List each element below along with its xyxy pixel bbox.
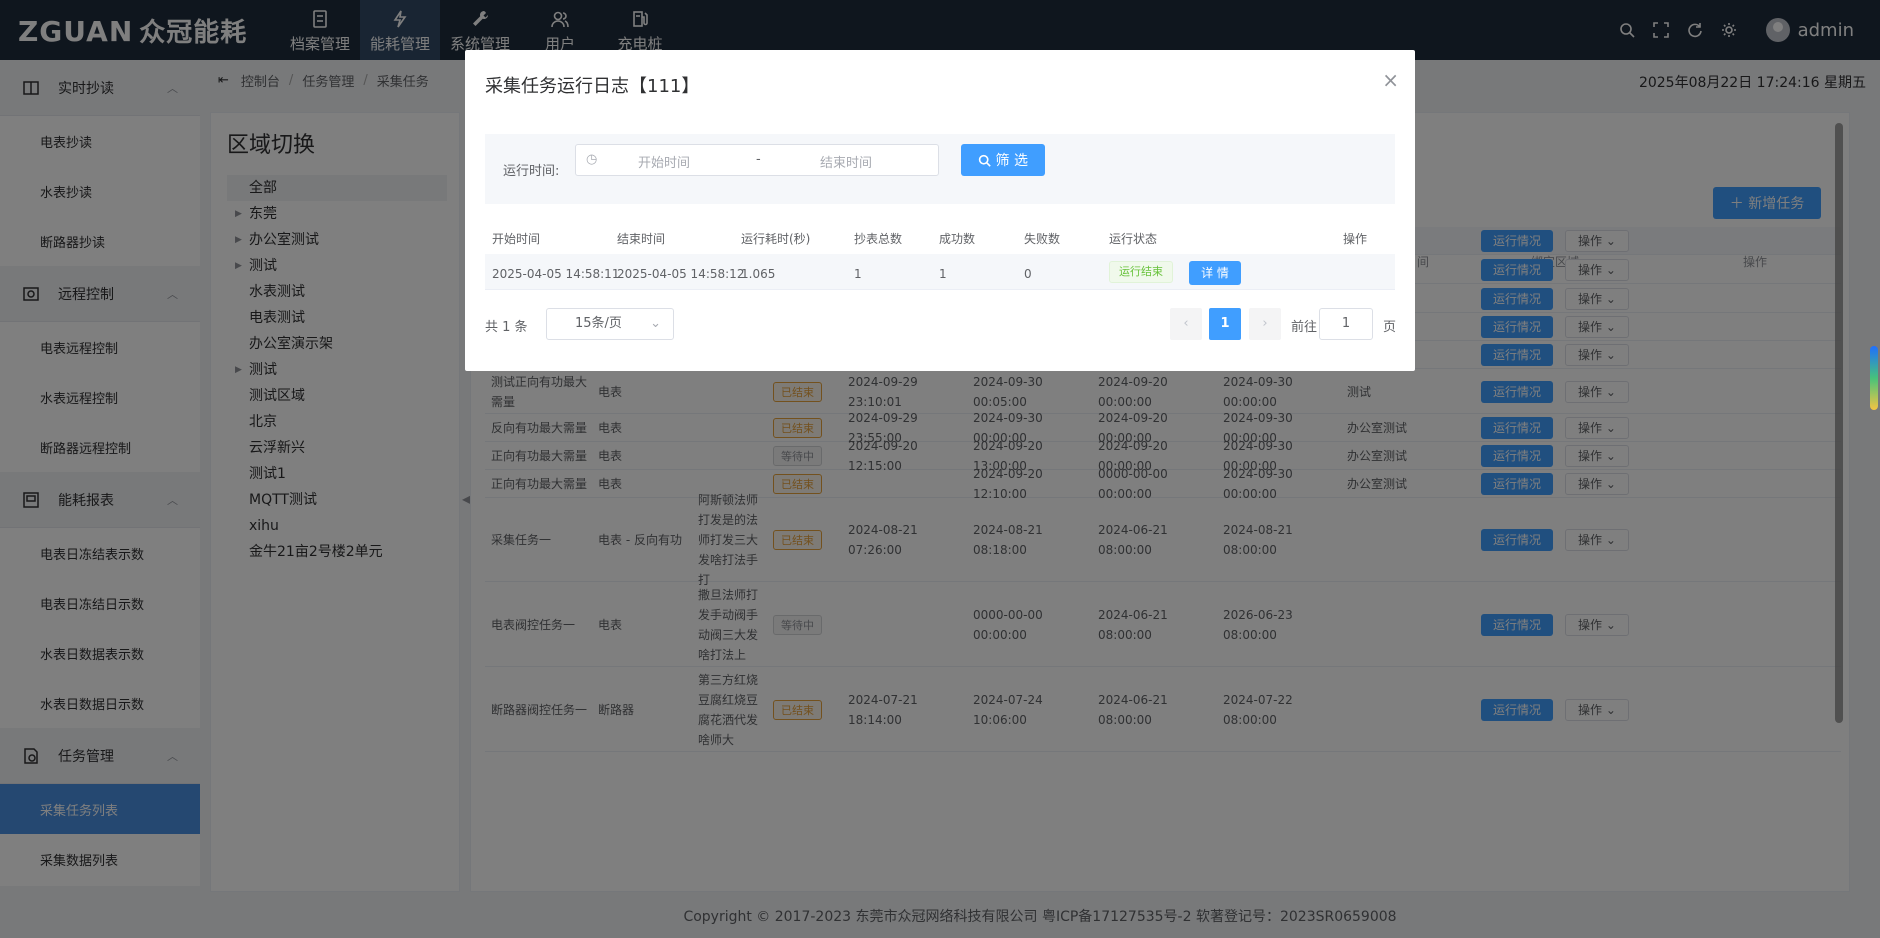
status-badge: 运行结束: [1109, 261, 1173, 283]
next-page-button[interactable]: ›: [1249, 308, 1281, 340]
search-icon: [978, 154, 991, 167]
page-number[interactable]: 1: [1209, 308, 1241, 340]
side-widget[interactable]: [1870, 346, 1878, 410]
prev-page-button[interactable]: ‹: [1170, 308, 1202, 340]
log-table-header: 开始时间 结束时间 运行耗时(秒) 抄表总数 成功数 失败数 运行状态 操作: [492, 232, 1368, 246]
filter-button[interactable]: 筛 选: [961, 144, 1045, 176]
page-size-select[interactable]: 15条/页 ⌄: [546, 308, 674, 340]
detail-button[interactable]: 详 情: [1189, 261, 1241, 285]
date-range-picker[interactable]: ◷ 开始时间 - 结束时间: [575, 144, 939, 176]
filter-label: 运行时间:: [503, 164, 560, 179]
run-log-dialog: 采集任务运行日志【111】 × 运行时间: ◷ 开始时间 - 结束时间 筛 选 …: [465, 50, 1415, 371]
goto-page-input[interactable]: 1: [1319, 308, 1373, 340]
filter-bar: 运行时间: ◷ 开始时间 - 结束时间 筛 选: [485, 134, 1395, 204]
dialog-title: 采集任务运行日志【111】: [485, 76, 700, 97]
clock-icon: ◷: [586, 152, 598, 167]
close-icon[interactable]: ×: [1382, 70, 1399, 90]
pagination: 共 1 条 15条/页 ⌄ ‹ 1 › 前往 1 页: [485, 308, 1396, 340]
chevron-down-icon: ⌄: [650, 316, 661, 331]
log-table-row: 2025-04-05 14:58:11 2025-04-05 14:58:12 …: [485, 254, 1395, 290]
